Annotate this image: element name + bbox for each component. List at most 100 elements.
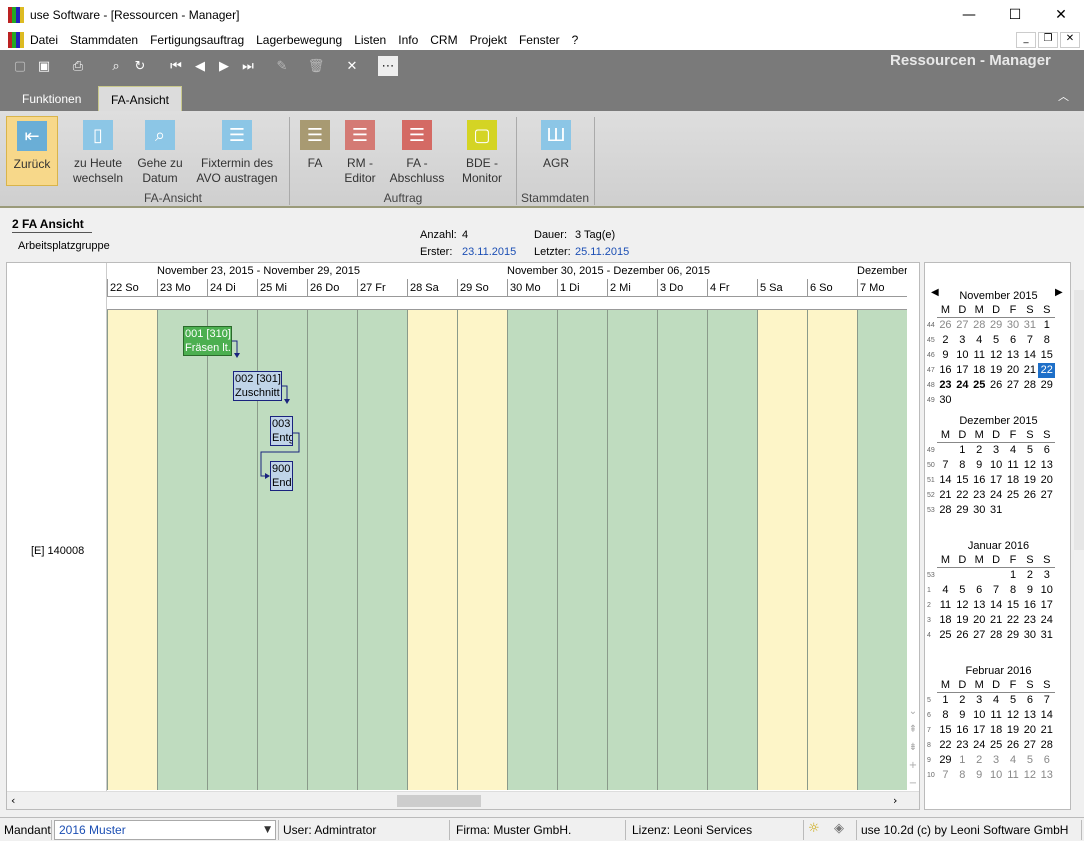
remove-fixed-date-button[interactable]: ☰ Fixtermin des AVO austragen [192,116,282,186]
rm-editor-button[interactable]: ☰ RM - Editor [338,116,382,186]
calendar-day[interactable]: 7 [937,768,954,783]
calendar-day[interactable]: 29 [988,318,1005,333]
calendar-day[interactable]: 23 [937,378,954,393]
search-icon[interactable]: ⌕ [106,56,126,76]
calendar-day[interactable]: 27 [1005,378,1022,393]
calendar-day[interactable] [1038,393,1055,408]
calendar-day[interactable]: 17 [988,473,1005,488]
calendar-day[interactable]: 18 [988,723,1005,738]
calendar-day[interactable] [1038,503,1055,518]
calendar-day[interactable]: 29 [954,503,971,518]
calendar-day[interactable]: 20 [971,613,988,628]
calendar-day[interactable]: 26 [937,318,954,333]
calendar-day[interactable]: 31 [1038,628,1055,643]
calendar-day[interactable]: 22 [1038,363,1056,378]
calendar-day[interactable]: 28 [1021,378,1038,393]
menu-item[interactable]: Projekt [464,30,513,50]
close-button[interactable]: ✕ [1038,0,1084,30]
calendar-day[interactable]: 19 [1021,473,1038,488]
calendar-day[interactable] [1021,393,1038,408]
calendar-day[interactable]: 12 [988,348,1005,363]
calendar-day[interactable]: 10 [971,708,988,723]
calendar-day[interactable]: 2 [1021,568,1038,583]
calendar-day[interactable]: 15 [937,723,954,738]
calendar-day[interactable]: 8 [1005,583,1022,598]
calendar-day[interactable]: 24 [1038,613,1055,628]
menu-item[interactable]: Listen [348,30,392,50]
calendar-day[interactable]: 25 [937,628,954,643]
calendar-day[interactable]: 28 [937,503,954,518]
calendar-day[interactable] [954,393,971,408]
calendar-day[interactable]: 26 [1005,738,1022,753]
calendar-day[interactable]: 19 [988,363,1005,378]
calendar-day[interactable]: 3 [988,753,1005,768]
calendar-day[interactable]: 1 [1005,568,1022,583]
calendar-day[interactable]: 1 [937,693,954,708]
calendar-day[interactable]: 24 [971,738,988,753]
maximize-button[interactable]: ☐ [992,0,1038,30]
calendar-day[interactable] [988,568,1005,583]
calendar-day[interactable]: 5 [1021,753,1038,768]
zoom-in-icon[interactable]: + [907,757,919,775]
calendar-day[interactable] [1021,503,1038,518]
task-bar[interactable]: 002 [301] Zuschnitt [233,371,282,401]
calendar-day[interactable]: 8 [1038,333,1055,348]
edit-icon[interactable]: ✎ [272,56,292,76]
calendar-day[interactable]: 3 [988,443,1005,458]
calendar-day[interactable]: 10 [988,768,1005,783]
calendar-day[interactable]: 19 [1005,723,1022,738]
calendar-day[interactable]: 9 [971,458,988,473]
calendar-day[interactable]: 18 [937,613,954,628]
calendar-day[interactable]: 11 [988,708,1005,723]
calendar-day[interactable]: 5 [1021,443,1038,458]
calendar-day[interactable]: 9 [937,348,954,363]
calendar-day[interactable]: 10 [954,348,971,363]
calendar-day[interactable]: 15 [1005,598,1022,613]
calendar-day[interactable]: 7 [988,583,1005,598]
calendar-day[interactable] [954,568,971,583]
calendar-day[interactable]: 25 [1005,488,1022,503]
calendar-day[interactable]: 26 [988,378,1005,393]
calendar-day[interactable]: 13 [1038,458,1055,473]
calendar-day[interactable]: 7 [1021,333,1038,348]
first-record-icon[interactable]: ⏮ [166,56,186,76]
calendar-day[interactable] [988,393,1005,408]
mdi-minimize-button[interactable]: _ [1016,32,1036,48]
mandant-select[interactable]: 2016 Muster ▼ [54,820,276,840]
menu-item[interactable]: ? [566,30,585,50]
calendar-day[interactable]: 2 [937,333,954,348]
calendar-day[interactable]: 29 [937,753,954,768]
calendar-day[interactable] [937,568,954,583]
calendar-day[interactable] [971,393,988,408]
scroll-top-icon[interactable]: ⇞ [907,721,919,739]
tab-funktionen[interactable]: Funktionen [10,86,93,112]
calendar-day[interactable]: 8 [954,458,971,473]
calendar-day[interactable]: 5 [1005,693,1022,708]
calendar-day[interactable]: 10 [988,458,1005,473]
calendar-day[interactable]: 6 [1021,693,1038,708]
new-icon[interactable]: ▢ [10,56,30,76]
calendar-day[interactable]: 2 [971,443,988,458]
mdi-restore-button[interactable]: ❐ [1038,32,1058,48]
previous-record-icon[interactable]: ◀ [190,56,210,76]
calendar-day[interactable]: 17 [1038,598,1055,613]
calendar-day[interactable]: 9 [1021,583,1038,598]
calendar-day[interactable]: 6 [1038,443,1055,458]
calendar-day[interactable]: 22 [1005,613,1022,628]
calendar-day[interactable]: 17 [954,363,971,378]
delete-icon[interactable]: 🗑 [306,56,326,76]
menu-item[interactable]: Fenster [513,30,566,50]
print-icon[interactable]: ⎙ [68,56,88,76]
calendar-day[interactable]: 3 [1038,568,1055,583]
minimize-button[interactable]: — [946,0,992,30]
calendar-day[interactable]: 9 [954,708,971,723]
calendar-day[interactable]: 7 [937,458,954,473]
menu-item[interactable]: Datei [24,30,64,50]
calendar-day[interactable]: 6 [971,583,988,598]
calendar-day[interactable]: 25 [988,738,1005,753]
scrollbar-thumb[interactable] [397,795,481,807]
calendar-day[interactable]: 30 [1021,628,1038,643]
calendar-day[interactable]: 17 [971,723,988,738]
calendar-day[interactable]: 27 [1021,738,1038,753]
calendar-day[interactable]: 4 [988,693,1005,708]
